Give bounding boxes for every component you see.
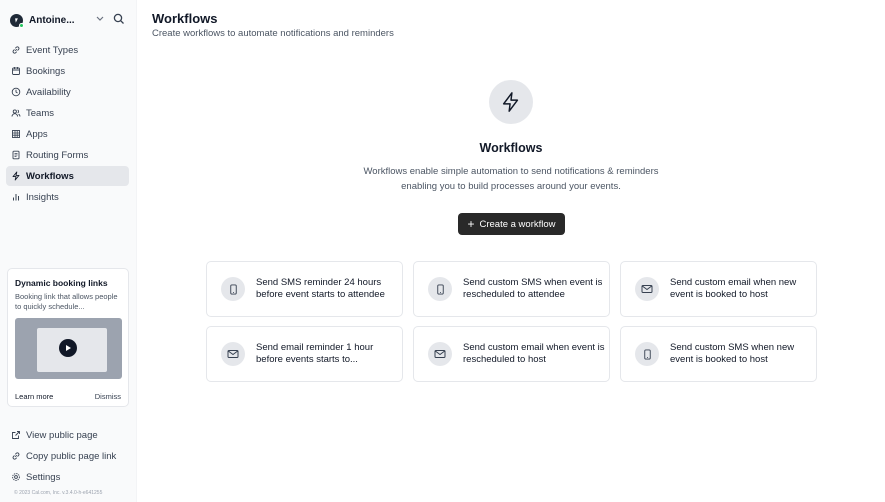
nav-item-bookings[interactable]: Bookings — [6, 61, 129, 81]
promo-title: Dynamic booking links — [15, 278, 108, 288]
plus-icon: + — [467, 217, 475, 231]
main-content: Workflows Create workflows to automate n… — [137, 0, 885, 502]
nav-item-label: Apps — [26, 128, 48, 140]
create-workflow-button[interactable]: + Create a workflow — [458, 213, 565, 235]
smartphone-icon — [428, 277, 452, 301]
smartphone-icon — [221, 277, 245, 301]
template-card-text: Send SMS reminder 24 hours before event … — [256, 276, 385, 301]
template-card-text: Send email reminder 1 hour before events… — [256, 341, 374, 366]
file-text-icon — [12, 150, 20, 160]
empty-state-title: Workflows — [479, 141, 543, 155]
settings-icon — [12, 473, 20, 481]
nav-item-label: View public page — [26, 429, 98, 441]
nav-item-label: Bookings — [26, 65, 66, 77]
promo-card: Dynamic booking links Booking link that … — [7, 268, 129, 407]
template-card-email-reminder-1h[interactable]: Send email reminder 1 hour before events… — [206, 326, 403, 382]
grid-icon — [12, 130, 20, 138]
nav-item-availability[interactable]: Availability — [6, 82, 129, 102]
template-card-sms-new-event-host[interactable]: Send custom SMS when new event is booked… — [620, 326, 817, 382]
learn-more-link[interactable]: Learn more — [15, 392, 53, 401]
template-card-text: Send custom email when event is reschedu… — [463, 341, 605, 366]
nav-item-apps[interactable]: Apps — [6, 124, 129, 144]
search-icon[interactable] — [113, 13, 125, 25]
nav-item-label: Insights — [26, 191, 59, 203]
smartphone-icon — [635, 342, 659, 366]
chevron-down-icon[interactable] — [95, 13, 105, 23]
nav-item-label: Settings — [26, 471, 61, 483]
calendar-icon — [12, 67, 20, 75]
copy-icon — [12, 452, 20, 460]
users-icon — [11, 109, 21, 117]
nav-item-settings[interactable]: Settings — [6, 467, 129, 487]
dismiss-button[interactable]: Dismiss — [95, 392, 121, 401]
online-status-dot — [19, 22, 24, 28]
template-card-sms-reminder-24h[interactable]: Send SMS reminder 24 hours before event … — [206, 261, 403, 317]
empty-state-description: Workflows enable simple automation to se… — [363, 166, 659, 192]
nav-item-event-types[interactable]: Event Types — [6, 40, 129, 60]
sidebar: Antoine... Event Types Bookings Availabi… — [0, 0, 137, 502]
nav-item-label: Workflows — [26, 170, 74, 182]
mail-icon — [221, 342, 245, 366]
bar-chart-icon — [13, 194, 19, 201]
nav-item-routing-forms[interactable]: Routing Forms — [6, 145, 129, 165]
template-card-text: Send custom SMS when new event is booked… — [670, 341, 795, 366]
nav-item-label: Event Types — [26, 44, 79, 56]
avatar — [10, 13, 24, 28]
nav-item-teams[interactable]: Teams — [6, 103, 129, 123]
link-icon — [12, 46, 20, 54]
nav-item-view-public-page[interactable]: View public page — [6, 425, 129, 445]
promo-video-thumbnail[interactable] — [15, 318, 122, 379]
nav-item-copy-public-page-link[interactable]: Copy public page link — [6, 446, 129, 466]
template-card-email-rescheduled-host[interactable]: Send custom email when event is reschedu… — [413, 326, 610, 382]
zap-icon — [12, 171, 20, 181]
clock-icon — [11, 87, 21, 97]
nav-item-workflows[interactable]: Workflows — [6, 166, 129, 186]
copyright-text: © 2023 Cal.com, Inc. v.3.4.0-h-e641255 — [14, 490, 103, 496]
nav-item-label: Teams — [26, 107, 54, 119]
nav-item-label: Routing Forms — [26, 149, 89, 161]
main-nav: Event Types Bookings Availability Teams … — [6, 40, 129, 208]
nav-item-label: Copy public page link — [26, 450, 117, 462]
empty-state-icon — [489, 80, 533, 124]
template-card-text: Send custom SMS when event is reschedule… — [463, 276, 603, 301]
zap-icon — [502, 92, 519, 112]
template-card-email-new-event-host[interactable]: Send custom email when new event is book… — [620, 261, 817, 317]
user-menu[interactable]: Antoine... — [10, 11, 128, 29]
bottom-nav: View public page Copy public page link S… — [6, 425, 129, 488]
create-workflow-label: Create a workflow — [479, 218, 556, 230]
template-card-sms-rescheduled-attendee[interactable]: Send custom SMS when event is reschedule… — [413, 261, 610, 317]
mail-icon — [635, 277, 659, 301]
page-title: Workflows — [152, 11, 218, 26]
template-card-text: Send custom email when new event is book… — [670, 276, 797, 301]
page-subtitle: Create workflows to automate notificatio… — [152, 28, 394, 39]
promo-text: Booking link that allows people to quick… — [15, 292, 118, 311]
nav-item-label: Availability — [26, 86, 71, 98]
external-link-icon — [12, 431, 20, 439]
nav-item-insights[interactable]: Insights — [6, 187, 129, 207]
user-name: Antoine... — [29, 14, 75, 26]
mail-icon — [428, 342, 452, 366]
play-icon[interactable] — [59, 339, 77, 357]
